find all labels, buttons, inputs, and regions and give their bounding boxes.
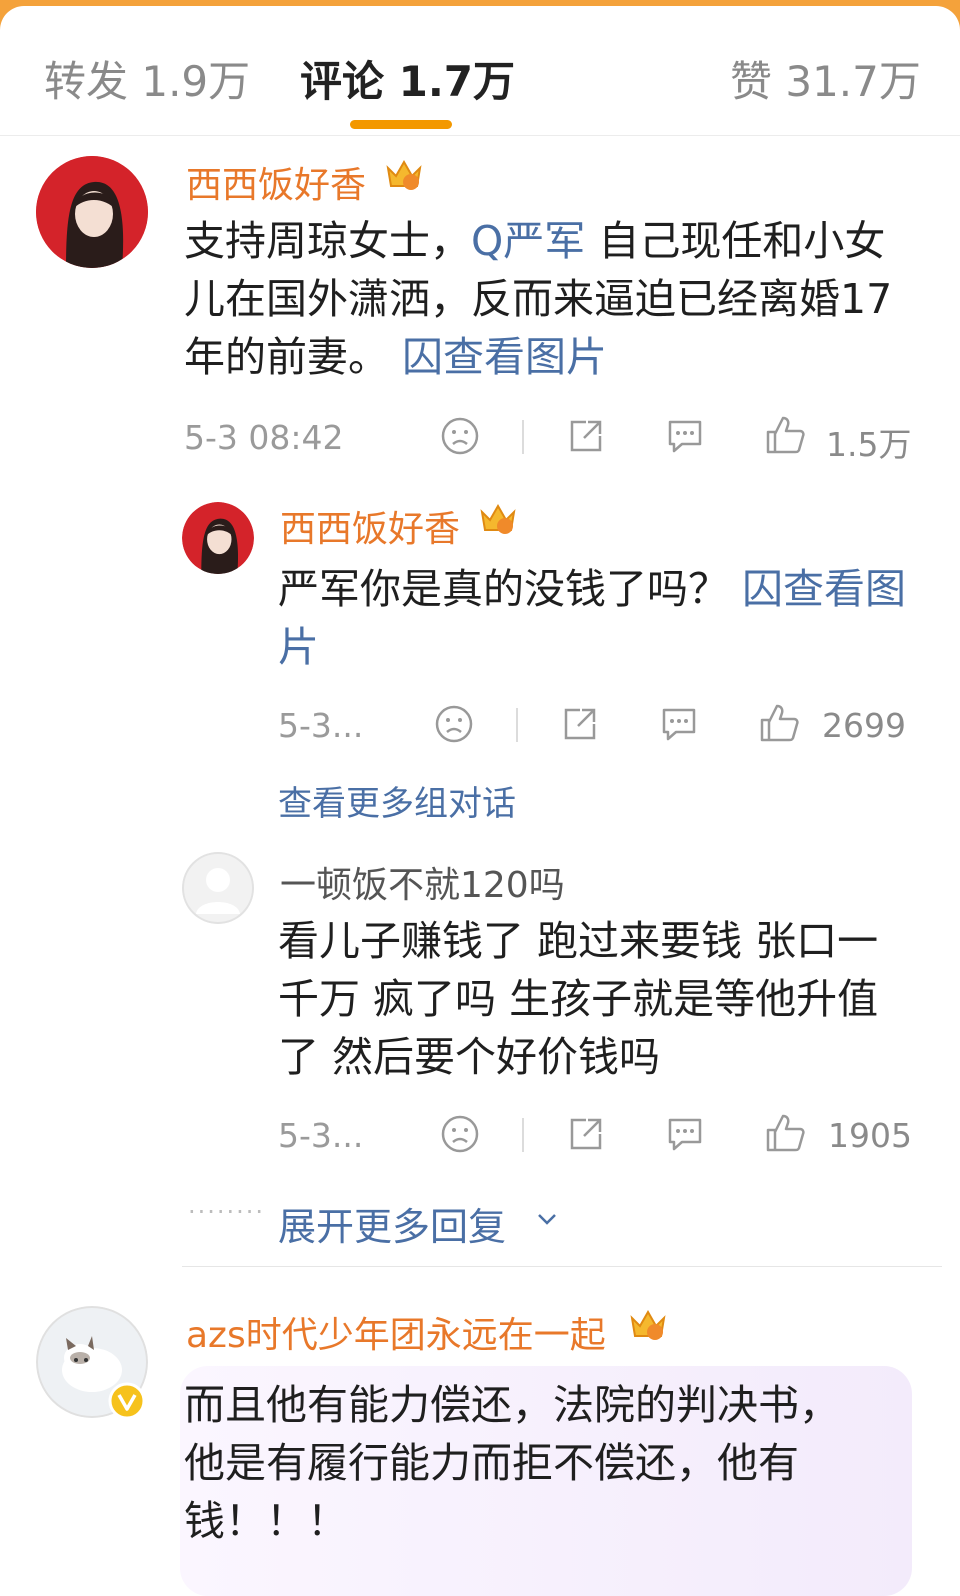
divider bbox=[522, 420, 524, 454]
username[interactable]: 一顿饭不就120吗 bbox=[280, 856, 565, 908]
divider bbox=[516, 708, 518, 742]
view-more-conversation-link[interactable]: 查看更多组对话 bbox=[278, 776, 516, 825]
chevron-down-icon[interactable] bbox=[534, 1206, 560, 1232]
active-tab-indicator bbox=[350, 120, 452, 129]
comment-text: 支持周琼女士，Q严军 自己现任和小女儿在国外潇洒，反而来逼迫已经离婚17年的前妻… bbox=[184, 217, 893, 381]
dotted-separator: ········ bbox=[188, 1198, 266, 1226]
username[interactable]: 西西饭好香 bbox=[280, 500, 460, 552]
crown-badge-icon bbox=[386, 159, 422, 190]
timestamp: 5-3... bbox=[278, 706, 364, 745]
avatar[interactable] bbox=[182, 502, 254, 574]
sad-face-icon[interactable] bbox=[434, 704, 474, 744]
comment-divider bbox=[182, 1266, 942, 1267]
mention-link[interactable]: Q严军 bbox=[471, 217, 585, 265]
tab-comments[interactable]: 评论 1.7万 bbox=[300, 48, 515, 109]
tab-bar: 转发 1.9万 评论 1.7万 赞 31.7万 bbox=[0, 6, 960, 136]
like-icon[interactable] bbox=[758, 700, 800, 744]
comment-text: 而且他有能力偿还，法院的判决书，他是有履行能力而拒不偿还，他有钱！！！ bbox=[184, 1381, 840, 1545]
avatar[interactable] bbox=[36, 156, 148, 268]
reply-text: 看儿子赚钱了 跑过来要钱 张口一千万 疯了吗 生孩子就是等他升值了 然后要个好价… bbox=[278, 917, 879, 1081]
divider bbox=[522, 1118, 524, 1152]
comment-icon[interactable] bbox=[664, 416, 706, 456]
like-count: 1905 bbox=[828, 1116, 912, 1155]
crown-badge-icon bbox=[630, 1309, 666, 1340]
avatar[interactable] bbox=[182, 852, 254, 924]
like-count: 1.5万 bbox=[826, 425, 912, 464]
share-icon[interactable] bbox=[566, 416, 606, 456]
share-icon[interactable] bbox=[560, 704, 600, 744]
tab-forward[interactable]: 转发 1.9万 bbox=[44, 48, 250, 109]
like-icon[interactable] bbox=[764, 1110, 806, 1154]
timestamp: 5-3 08:42 bbox=[184, 418, 344, 457]
username[interactable]: azs时代少年团永远在一起 bbox=[186, 1306, 606, 1358]
crown-badge-icon bbox=[480, 503, 516, 534]
like-icon[interactable] bbox=[764, 412, 806, 456]
view-image-link[interactable]: 囚查看图片 bbox=[402, 333, 607, 381]
comment-icon[interactable] bbox=[664, 1114, 706, 1154]
comment-sheet: 转发 1.9万 评论 1.7万 赞 31.7万 西西饭好香 支持周琼女士，Q严军… bbox=[0, 6, 960, 1596]
expand-more-replies-link[interactable]: 展开更多回复 bbox=[278, 1196, 506, 1251]
like-count: 2699 bbox=[822, 706, 906, 745]
tab-likes[interactable]: 赞 31.7万 bbox=[730, 48, 921, 109]
timestamp: 5-3... bbox=[278, 1116, 364, 1155]
sad-face-icon[interactable] bbox=[440, 416, 480, 456]
username[interactable]: 西西饭好香 bbox=[186, 156, 366, 208]
comment-icon[interactable] bbox=[658, 704, 700, 744]
reply-text: 严军你是真的没钱了吗？ 囚查看图片 bbox=[278, 565, 907, 671]
share-icon[interactable] bbox=[566, 1114, 606, 1154]
sad-face-icon[interactable] bbox=[440, 1114, 480, 1154]
verified-badge-icon bbox=[108, 1382, 146, 1420]
